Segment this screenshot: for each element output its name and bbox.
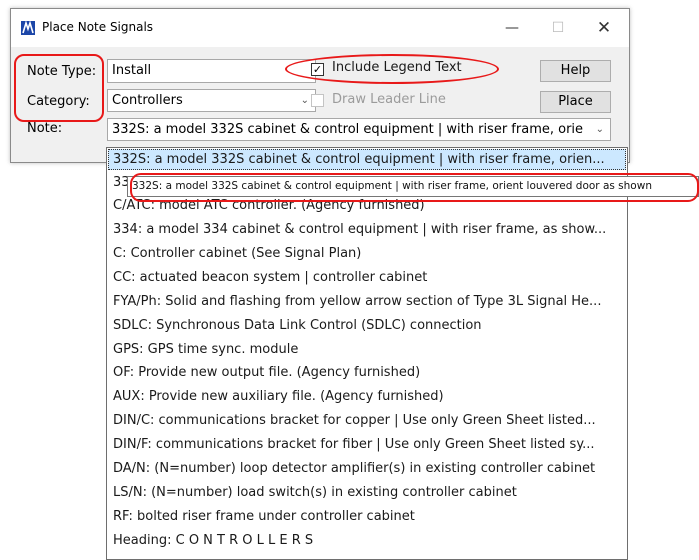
maximize-button[interactable]: ☐ [535, 9, 581, 47]
chevron-down-icon: ⌄ [595, 124, 604, 135]
tooltip-highlight [130, 173, 699, 202]
chevron-down-icon: ⌄ [300, 95, 309, 106]
list-item[interactable]: GPS: GPS time sync. module [108, 339, 626, 360]
list-item[interactable]: SDLC: Synchronous Data Link Control (SDL… [108, 315, 626, 336]
minimize-button[interactable]: — [489, 9, 535, 47]
app-logo-icon [21, 21, 35, 35]
list-item[interactable]: CC: actuated beacon system | controller … [108, 267, 626, 288]
title-bar[interactable]: Place Note Signals — ☐ ✕ [11, 9, 629, 47]
list-item[interactable]: FYA/Ph: Solid and flashing from yellow a… [108, 291, 626, 312]
note-type-value: Install [112, 63, 152, 78]
list-item[interactable]: C: Controller cabinet (See Signal Plan) [108, 243, 626, 264]
list-item[interactable]: AUX: Provide new auxiliary file. (Agency… [108, 386, 626, 407]
note-type-category-highlight [14, 54, 104, 122]
list-item[interactable]: RF: bolted riser frame under controller … [108, 506, 626, 527]
note-type-field[interactable]: Install [107, 59, 316, 83]
draw-leader-line-label[interactable]: Draw Leader Line [332, 92, 446, 107]
window-title: Place Note Signals [42, 20, 154, 34]
note-dropdown[interactable]: 332S: a model 332S cabinet & control equ… [107, 118, 611, 141]
category-dropdown[interactable]: Controllers ⌄ [107, 89, 316, 112]
include-legend-highlight [285, 54, 499, 84]
draw-leader-line-checkbox[interactable] [311, 94, 324, 107]
list-item[interactable]: 334: a model 334 cabinet & control equip… [108, 219, 626, 240]
note-value: 332S: a model 332S cabinet & control equ… [112, 122, 584, 137]
list-item[interactable]: DIN/C: communications bracket for copper… [108, 410, 626, 431]
list-item[interactable]: DIN/F: communications bracket for fiber … [108, 434, 626, 455]
list-item[interactable]: LS/N: (N=number) load switch(s) in exist… [108, 482, 626, 503]
note-label: Note: [27, 121, 63, 136]
list-item[interactable]: Heading: C O N T R O L L E R S [108, 530, 626, 551]
place-button[interactable]: Place [540, 91, 611, 113]
list-item[interactable]: 332S: a model 332S cabinet & control equ… [108, 149, 626, 170]
note-dropdown-list[interactable]: 332S: a model 332S cabinet & control equ… [106, 147, 628, 560]
close-button[interactable]: ✕ [581, 9, 627, 47]
list-item[interactable]: OF: Provide new output file. (Agency fur… [108, 362, 626, 383]
help-button[interactable]: Help [540, 60, 611, 82]
list-item[interactable]: DA/N: (N=number) loop detector amplifier… [108, 458, 626, 479]
category-value: Controllers [112, 93, 183, 108]
